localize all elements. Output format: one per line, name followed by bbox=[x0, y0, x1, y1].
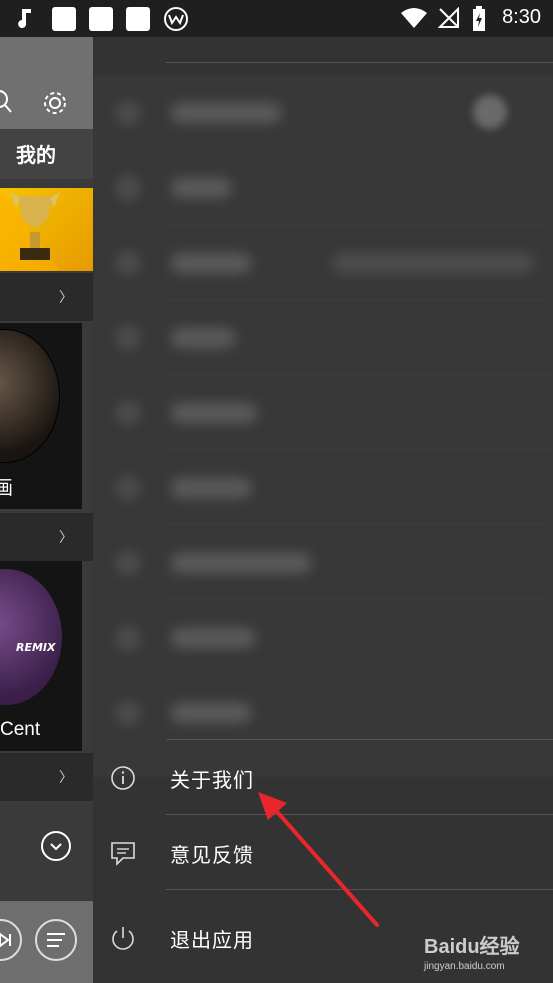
list-row[interactable]: 〉 bbox=[0, 513, 93, 561]
blurred-menu-item[interactable] bbox=[103, 75, 553, 150]
blurred-menu-region bbox=[93, 75, 553, 777]
player-bar bbox=[0, 901, 93, 983]
playlist-button[interactable] bbox=[35, 919, 77, 961]
wifi-icon bbox=[400, 7, 428, 33]
gear-icon[interactable] bbox=[40, 88, 70, 122]
watermark-brand: Baidu经验 bbox=[424, 936, 520, 958]
watermark: Baidu经验 jingyan.baidu.com bbox=[424, 930, 520, 972]
chevron-right-icon: 〉 bbox=[59, 770, 73, 786]
blurred-menu-item[interactable] bbox=[103, 600, 553, 675]
tab-label: 我的 bbox=[16, 143, 56, 167]
divider bbox=[166, 62, 553, 63]
blurred-icon bbox=[115, 100, 141, 126]
list-row[interactable]: 〉 bbox=[0, 753, 93, 801]
card-title: Cent bbox=[0, 719, 41, 740]
trophy-banner[interactable] bbox=[0, 188, 93, 271]
music-note-icon bbox=[14, 6, 36, 34]
tab-mine[interactable]: 我的 bbox=[0, 129, 93, 179]
menu-label: 意见反馈 bbox=[170, 843, 254, 867]
blurred-menu-item[interactable] bbox=[103, 375, 553, 450]
background-header bbox=[0, 37, 93, 129]
side-drawer: 关于我们 意见反馈 退出应用 bbox=[93, 37, 553, 983]
list-icon bbox=[47, 933, 65, 947]
blurred-menu-item[interactable] bbox=[103, 225, 553, 300]
playlist-card[interactable]: 画 bbox=[0, 323, 82, 509]
blurred-icon bbox=[115, 475, 141, 501]
trophy-image bbox=[0, 188, 60, 271]
menu-item-feedback[interactable]: 意见反馈 bbox=[93, 815, 553, 890]
blurred-icon bbox=[115, 700, 141, 726]
blurred-icon bbox=[115, 325, 141, 351]
divider bbox=[166, 889, 553, 890]
next-button[interactable] bbox=[0, 919, 22, 961]
skip-next-icon bbox=[0, 932, 11, 948]
blurred-menu-item[interactable] bbox=[103, 450, 553, 525]
search-icon[interactable] bbox=[0, 89, 14, 119]
expand-button[interactable] bbox=[41, 831, 71, 861]
message-icon bbox=[109, 839, 137, 867]
background-page: 我的 〉 画 〉 REMIX Cent 〉 bbox=[0, 37, 93, 983]
info-icon bbox=[109, 764, 137, 792]
album-cover: REMIX bbox=[0, 569, 62, 705]
menu-item-about-us[interactable]: 关于我们 bbox=[93, 740, 553, 815]
power-icon bbox=[109, 924, 137, 952]
menu-label: 关于我们 bbox=[170, 768, 254, 792]
battery-charging-icon bbox=[472, 6, 486, 36]
chevron-right-icon: 〉 bbox=[59, 530, 73, 546]
blurred-menu-item[interactable] bbox=[103, 150, 553, 225]
album-cover bbox=[0, 329, 60, 463]
playlist-card[interactable]: REMIX Cent bbox=[0, 561, 82, 751]
blurred-icon bbox=[115, 250, 141, 276]
watermark-url: jingyan.baidu.com bbox=[424, 961, 505, 972]
blurred-icon bbox=[115, 400, 141, 426]
blurred-icon bbox=[115, 175, 141, 201]
clock: 8:30 bbox=[502, 6, 541, 28]
menu-label: 退出应用 bbox=[170, 928, 254, 952]
notification-icon bbox=[89, 7, 113, 31]
blurred-icon bbox=[115, 625, 141, 651]
status-bar: 8:30 bbox=[0, 0, 553, 37]
blurred-menu-item[interactable] bbox=[103, 300, 553, 375]
card-title: 画 bbox=[0, 478, 14, 499]
notification-icon bbox=[126, 7, 150, 31]
notification-icon bbox=[52, 7, 76, 31]
blurred-icon bbox=[115, 550, 141, 576]
blurred-menu-item[interactable] bbox=[103, 525, 553, 600]
app-logo-icon bbox=[163, 6, 189, 36]
list-row[interactable]: 〉 bbox=[0, 273, 93, 321]
chevron-right-icon: 〉 bbox=[59, 290, 73, 306]
no-signal-icon bbox=[437, 6, 460, 33]
chevron-down-icon bbox=[50, 843, 62, 851]
